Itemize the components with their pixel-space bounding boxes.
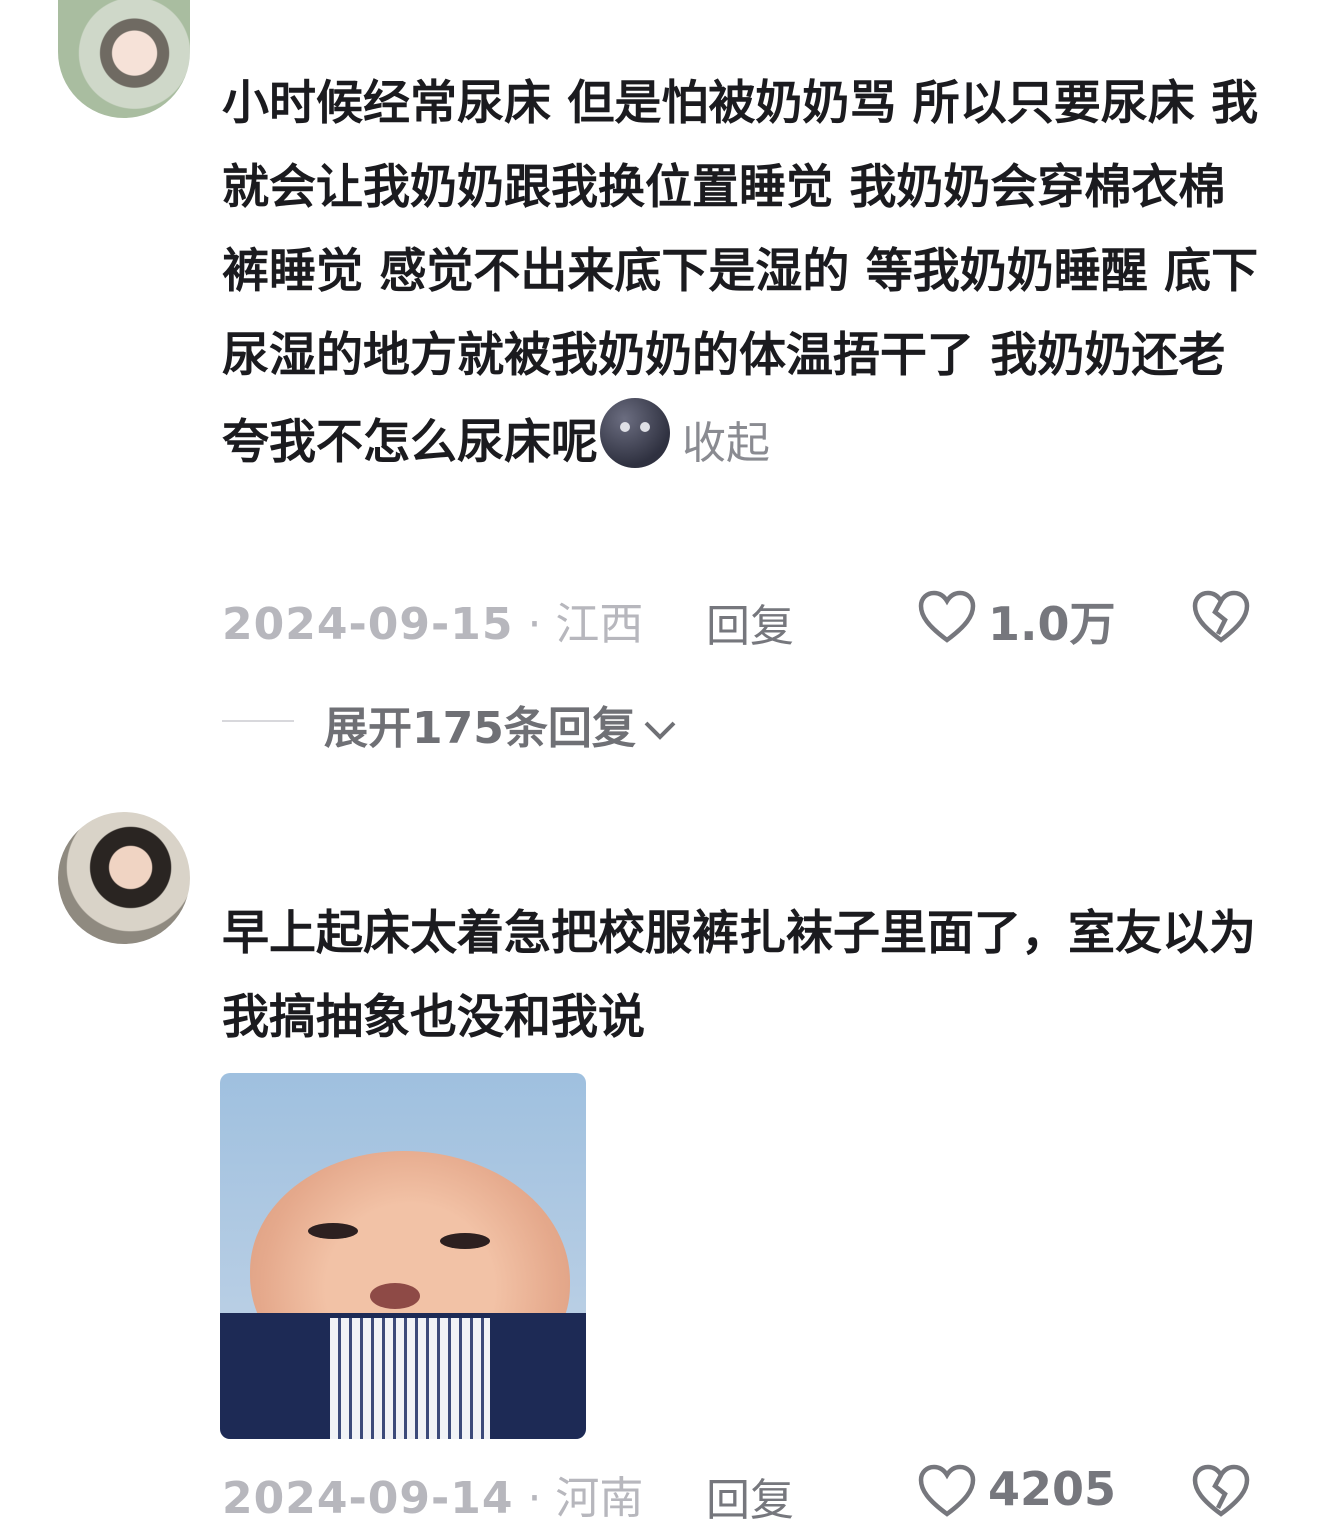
- avatar[interactable]: [58, 812, 190, 944]
- expand-replies-button[interactable]: 展开175条回复: [324, 692, 678, 756]
- heart-outline-icon[interactable]: [918, 1464, 976, 1518]
- collapse-button[interactable]: 收起: [682, 418, 770, 469]
- comment-text: 早上起床太着急把校服裤扎袜子里面了，室友以为我搞抽象也没和我说: [222, 906, 1256, 1045]
- comment-meta: 2024-09-14 · 河南: [222, 1462, 643, 1526]
- meta-separator: ·: [513, 1473, 556, 1524]
- broken-heart-icon[interactable]: [1192, 590, 1250, 644]
- meme-mouth: [370, 1283, 420, 1309]
- meme-shirt: [330, 1318, 490, 1439]
- comment-location: 河南: [555, 1473, 644, 1524]
- divider: [222, 720, 294, 722]
- like-count: 4205: [988, 1462, 1117, 1516]
- like-count: 1.0万: [988, 597, 1116, 651]
- comment-body: 小时候经常尿床 但是怕被奶奶骂 所以只要尿床 我就会让我奶奶跟我换位置睡觉 我奶…: [222, 76, 1259, 470]
- avatar[interactable]: [58, 0, 190, 118]
- heart-outline-icon[interactable]: [918, 590, 976, 644]
- chevron-down-icon: [644, 721, 676, 740]
- reply-button[interactable]: 回复: [706, 590, 794, 654]
- meta-separator: ·: [513, 599, 556, 650]
- comment-date: 2024-09-14: [222, 1473, 514, 1524]
- broken-heart-icon[interactable]: [1192, 1464, 1250, 1518]
- comment-text: 小时候经常尿床 但是怕被奶奶骂 所以只要尿床 我就会让我奶奶跟我换位置睡觉 我奶…: [222, 62, 1262, 486]
- comment-location: 江西: [555, 599, 644, 650]
- moon-face-emoji-icon: [600, 398, 670, 468]
- reply-button[interactable]: 回复: [706, 1464, 794, 1528]
- comment-image[interactable]: [220, 1073, 586, 1439]
- meme-eye: [440, 1233, 490, 1249]
- comment-meta: 2024-09-15 · 江西: [222, 588, 643, 652]
- expand-replies-label: 展开175条回复: [324, 703, 636, 754]
- meme-eye: [308, 1223, 358, 1239]
- comment-date: 2024-09-15: [222, 599, 514, 650]
